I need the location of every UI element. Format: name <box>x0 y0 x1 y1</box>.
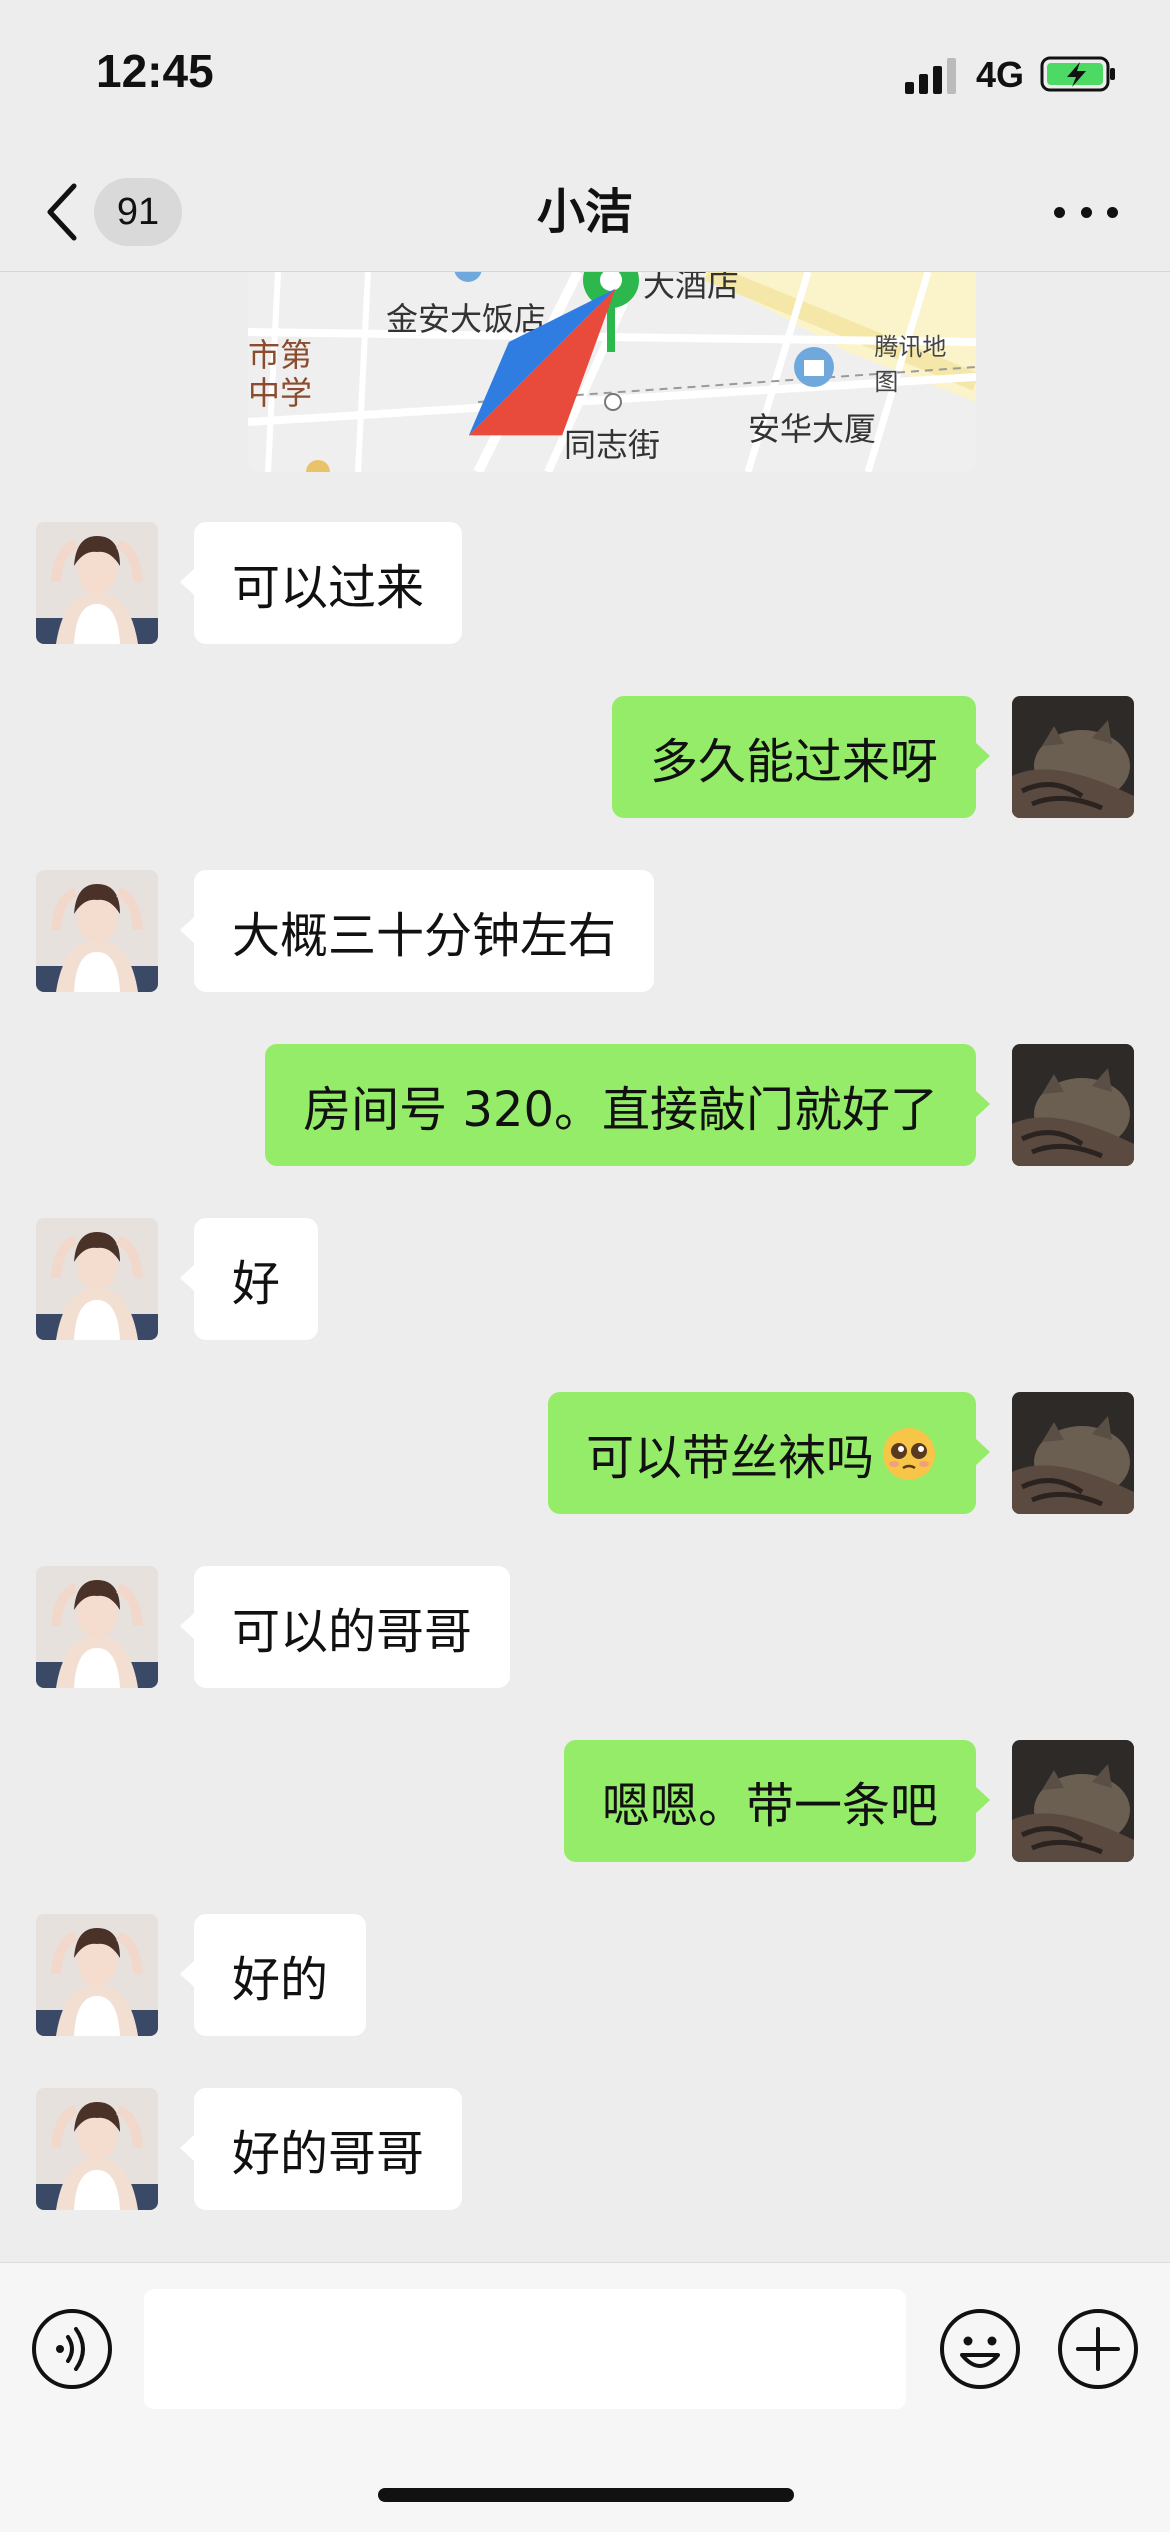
message-bubble[interactable]: 可以过来 <box>179 522 463 644</box>
contact-avatar[interactable] <box>36 522 158 644</box>
plus-icon[interactable] <box>1056 2307 1140 2391</box>
message-row: 多久能过来呀 <box>611 696 1134 818</box>
map-brand: 腾讯地图 <box>248 272 962 462</box>
message-bubble[interactable]: 好 <box>179 1218 319 1340</box>
message-row: 可以过来 <box>36 522 463 644</box>
message-row: 好的哥哥 <box>36 2088 463 2210</box>
contact-avatar[interactable] <box>36 1566 158 1688</box>
nav-bar: 91 小洁 <box>0 150 1170 272</box>
message-row: 可以带丝袜吗 <box>547 1392 1134 1514</box>
self-avatar[interactable] <box>1012 1392 1134 1514</box>
map-brand-label: 腾讯地图 <box>874 333 947 396</box>
message-bubble[interactable]: 房间号 320。直接敲门就好了 <box>265 1044 990 1166</box>
pleading-face-icon <box>883 1428 935 1480</box>
tencent-map-logo-icon <box>468 288 616 436</box>
message-bubble[interactable]: 可以的哥哥 <box>179 1566 511 1688</box>
chat-title: 小洁 <box>536 184 633 240</box>
location-map-card[interactable]: 金安大饭店 大酒店 同志街 安华大厦 市第 中学 腾讯地图 <box>248 272 976 472</box>
contact-avatar[interactable] <box>36 1218 158 1340</box>
message-bubble[interactable]: 好的哥哥 <box>179 2088 463 2210</box>
status-bar: 12:45 4G <box>0 0 1170 150</box>
status-time: 12:45 <box>96 45 214 97</box>
self-avatar[interactable] <box>1012 1740 1134 1862</box>
message-bubble[interactable]: 可以带丝袜吗 <box>547 1392 991 1514</box>
signal-strength-icon <box>905 58 956 94</box>
contact-avatar[interactable] <box>36 2088 158 2210</box>
voice-input-icon[interactable] <box>30 2307 114 2391</box>
message-bubble[interactable]: 大概三十分钟左右 <box>179 870 655 992</box>
message-row: 好 <box>36 1218 319 1340</box>
more-options-button[interactable] <box>1046 182 1126 242</box>
emoji-icon[interactable] <box>938 2307 1022 2391</box>
message-row: 可以的哥哥 <box>36 1566 511 1688</box>
more-dot-icon <box>1107 206 1118 218</box>
message-bubble[interactable]: 嗯嗯。带一条吧 <box>563 1740 991 1862</box>
battery-charging-icon <box>1040 56 1115 92</box>
network-type: 4G <box>976 54 1025 95</box>
message-row: 好的 <box>36 1914 367 2036</box>
contact-avatar[interactable] <box>36 870 158 992</box>
message-bubble[interactable]: 好的 <box>179 1914 367 2036</box>
self-avatar[interactable] <box>1012 696 1134 818</box>
contact-avatar[interactable] <box>36 1914 158 2036</box>
message-row: 嗯嗯。带一条吧 <box>563 1740 1134 1862</box>
home-indicator[interactable] <box>378 2488 794 2502</box>
more-dot-icon <box>1054 206 1065 218</box>
message-row: 房间号 320。直接敲门就好了 <box>265 1044 1134 1166</box>
message-row: 大概三十分钟左右 <box>36 870 655 992</box>
message-input[interactable] <box>144 2289 906 2409</box>
message-text: 可以带丝袜吗 <box>585 1430 874 1486</box>
self-avatar[interactable] <box>1012 1044 1134 1166</box>
more-dot-icon <box>1080 206 1092 218</box>
message-bubble[interactable]: 多久能过来呀 <box>611 696 991 818</box>
